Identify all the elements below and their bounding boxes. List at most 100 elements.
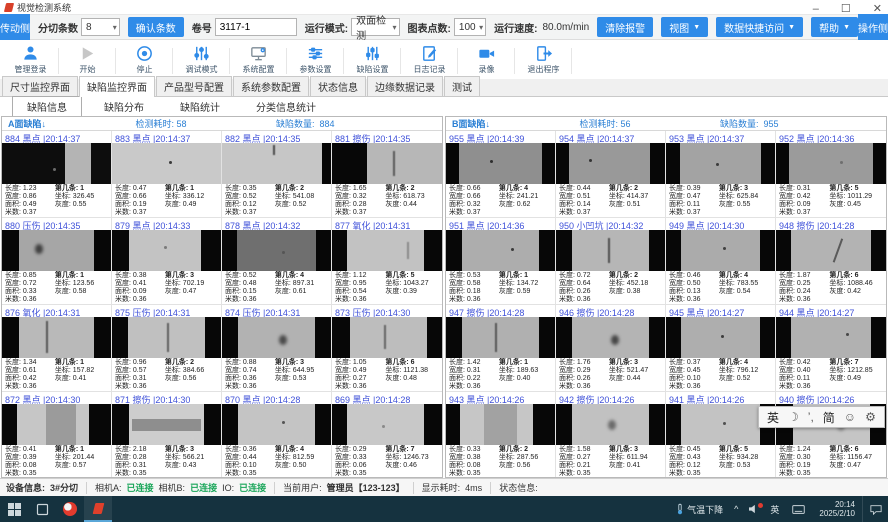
system-config-button[interactable]: 系统配置 bbox=[230, 42, 287, 78]
start-button[interactable]: 开始 bbox=[59, 42, 116, 78]
maximize-button[interactable]: ☐ bbox=[841, 4, 851, 15]
defect-cell[interactable]: 942 擦伤 |20:14:26长度: 1.58宽度: 0.27面积: 0.21… bbox=[556, 392, 666, 478]
defect-mark bbox=[382, 425, 385, 428]
debug-mode-button[interactable]: 调试模式 bbox=[173, 42, 230, 78]
touch-keyboard-button[interactable] bbox=[784, 496, 812, 522]
defect-cell[interactable]: 877 氧化 |20:14:31长度: 1.12宽度: 0.95面积: 0.54… bbox=[332, 218, 442, 305]
defect-cell[interactable]: 870 黑点 |20:14:28长度: 0.36宽度: 0.44面积: 0.10… bbox=[222, 392, 332, 478]
defect-cell[interactable]: 880 压伤 |20:14:35长度: 0.85宽度: 0.72面积: 0.33… bbox=[2, 218, 112, 305]
defect-cell[interactable]: 949 黑点 |20:14:30长度: 0.46宽度: 0.50面积: 0.13… bbox=[666, 218, 776, 305]
play-icon bbox=[78, 44, 97, 63]
defect-mark bbox=[495, 323, 497, 352]
tab-product-model-config[interactable]: 产品型号配置 bbox=[156, 76, 232, 96]
tab-test[interactable]: 测试 bbox=[444, 76, 480, 96]
defect-cell[interactable]: 881 擦伤 |20:14:35长度: 1.65宽度: 0.32面积: 0.28… bbox=[332, 131, 442, 218]
subtab-classification-statistics[interactable]: 分类信息统计 bbox=[242, 97, 330, 116]
parameter-settings-button[interactable]: 参数设置 bbox=[287, 42, 344, 78]
minimize-button[interactable]: – bbox=[813, 4, 819, 15]
tab-status-info[interactable]: 状态信息 bbox=[310, 76, 366, 96]
taskbar-app-inspection[interactable] bbox=[84, 496, 112, 522]
camera-a-status: 已连接 bbox=[127, 481, 154, 494]
defect-cell-title: 880 压伤 |20:14:35 bbox=[2, 218, 111, 230]
task-view-button[interactable] bbox=[28, 496, 56, 522]
defect-cell[interactable]: 875 压伤 |20:14:31长度: 0.96宽度: 0.57面积: 0.31… bbox=[112, 305, 222, 392]
view-menu-button[interactable]: 视图▼ bbox=[661, 17, 708, 37]
confirm-count-button[interactable]: 确认条数 bbox=[128, 17, 184, 37]
defect-cell[interactable]: 884 黑点 |20:14:37长度: 1.23宽度: 0.86面积: 0.49… bbox=[2, 131, 112, 218]
tray-expand-button[interactable]: ^ bbox=[729, 504, 743, 514]
defect-cell[interactable]: 940 擦伤 |20:14:26长度: 1.24宽度: 0.30面积: 0.19… bbox=[776, 392, 886, 478]
taskbar-clock[interactable]: 20:14 2025/2/10 bbox=[812, 500, 862, 518]
status-bar: 设备信息: 3#分切 相机A: 已连接 相机B: 已连接 IO: 已连接 当前用… bbox=[0, 478, 888, 496]
tab-system-param-config[interactable]: 系统参数配置 bbox=[233, 76, 309, 96]
defect-mark bbox=[65, 143, 91, 184]
defect-cell-title: 876 氧化 |20:14:31 bbox=[2, 305, 111, 317]
image-edge bbox=[112, 230, 129, 271]
split-count-select[interactable]: 8▾ bbox=[81, 18, 120, 36]
defect-mark bbox=[53, 168, 56, 171]
defect-cell[interactable]: 872 黑点 |20:14:30长度: 0.41宽度: 0.39面积: 0.08… bbox=[2, 392, 112, 478]
defect-mark bbox=[716, 163, 719, 166]
ime-simplified-toggle[interactable]: 简 bbox=[823, 409, 835, 426]
exit-program-button[interactable]: 退出程序 bbox=[515, 42, 572, 78]
defect-cell[interactable]: 950 小凹坑 |20:14:32长度: 0.72宽度: 0.64面积: 0.2… bbox=[556, 218, 666, 305]
image-edge bbox=[761, 143, 775, 184]
volume-button[interactable] bbox=[743, 504, 765, 514]
defect-cell[interactable]: 876 氧化 |20:14:31长度: 1.34宽度: 0.61面积: 0.42… bbox=[2, 305, 112, 392]
defect-cell[interactable]: 955 黑点 |20:14:39长度: 0.66宽度: 0.66面积: 0.32… bbox=[446, 131, 556, 218]
chart-points-select[interactable]: 100▾ bbox=[454, 18, 486, 36]
close-button[interactable]: ✕ bbox=[873, 4, 882, 15]
defect-cell[interactable]: 874 压伤 |20:14:31长度: 0.88宽度: 0.74面积: 0.36… bbox=[222, 305, 332, 392]
defect-cell-title: 878 黑点 |20:14:32 bbox=[222, 218, 331, 230]
clear-alarm-button[interactable]: 清除报警 bbox=[597, 17, 653, 37]
operator-side-button[interactable]: 操作侧 bbox=[858, 14, 888, 40]
tab-defect-monitor[interactable]: 缺陷监控界面 bbox=[79, 76, 155, 97]
defect-cell[interactable]: 952 黑点 |20:14:36长度: 0.31宽度: 0.42面积: 0.09… bbox=[776, 131, 886, 218]
moon-icon[interactable]: ☽ bbox=[788, 410, 799, 424]
defect-cell[interactable]: 878 黑点 |20:14:32长度: 0.52宽度: 0.48面积: 0.15… bbox=[222, 218, 332, 305]
defect-cell[interactable]: 953 黑点 |20:14:37长度: 0.39宽度: 0.47面积: 0.11… bbox=[666, 131, 776, 218]
defect-settings-button[interactable]: 缺陷设置 bbox=[344, 42, 401, 78]
drive-side-button[interactable]: 传动侧 bbox=[0, 14, 30, 40]
current-user-value: 管理员【123-123】 bbox=[327, 481, 405, 494]
taskbar-app-browser[interactable] bbox=[56, 496, 84, 522]
defect-cell[interactable]: 873 压伤 |20:14:30长度: 1.05宽度: 0.49面积: 0.27… bbox=[332, 305, 442, 392]
stop-button[interactable]: 停止 bbox=[116, 42, 173, 78]
defect-cell[interactable]: 879 黑点 |20:14:33长度: 0.38宽度: 0.41面积: 0.09… bbox=[112, 218, 222, 305]
roll-number-input[interactable] bbox=[215, 18, 297, 36]
log-record-button[interactable]: 日志记录 bbox=[401, 42, 458, 78]
subtab-defect-statistics[interactable]: 缺陷统计 bbox=[166, 97, 234, 116]
subtab-defect-distribution[interactable]: 缺陷分布 bbox=[90, 97, 158, 116]
defect-cell[interactable]: 883 黑点 |20:14:37长度: 0.47宽度: 0.66面积: 0.19… bbox=[112, 131, 222, 218]
action-center-button[interactable] bbox=[862, 496, 888, 522]
run-mode-select[interactable]: 双面检测▾ bbox=[351, 18, 399, 36]
defect-cell[interactable]: 882 黑点 |20:14:35长度: 0.35宽度: 0.52面积: 0.12… bbox=[222, 131, 332, 218]
emoji-icon[interactable]: ☺ bbox=[844, 410, 856, 424]
image-edge bbox=[424, 230, 442, 271]
defect-cell[interactable]: 871 擦伤 |20:14:30长度: 2.18宽度: 0.28面积: 0.31… bbox=[112, 392, 222, 478]
admin-login-button[interactable]: 管理登录 bbox=[2, 42, 59, 78]
defect-cell[interactable]: 954 黑点 |20:14:37长度: 0.44宽度: 0.51面积: 0.14… bbox=[556, 131, 666, 218]
start-button[interactable] bbox=[0, 496, 28, 522]
defect-cell[interactable]: 945 黑点 |20:14:27长度: 0.37宽度: 0.45面积: 0.10… bbox=[666, 305, 776, 392]
defect-cell[interactable]: 946 擦伤 |20:14:28长度: 1.76宽度: 0.29面积: 0.26… bbox=[556, 305, 666, 392]
defect-cell[interactable]: 947 擦伤 |20:14:28长度: 1.42宽度: 0.31面积: 0.22… bbox=[446, 305, 556, 392]
ime-lang-toggle[interactable]: 英 bbox=[767, 409, 779, 426]
defect-cell[interactable]: 951 黑点 |20:14:36长度: 0.53宽度: 0.58面积: 0.18… bbox=[446, 218, 556, 305]
defect-cell[interactable]: 948 擦伤 |20:14:28长度: 1.87宽度: 0.25面积: 0.24… bbox=[776, 218, 886, 305]
subtab-defect-info[interactable]: 缺陷信息 bbox=[12, 96, 82, 117]
defect-meta: 长度: 1.23宽度: 0.86面积: 0.49米数: 0.37第几条: 1坐标… bbox=[2, 184, 111, 217]
help-menu-button[interactable]: 帮助▼ bbox=[811, 17, 858, 37]
gear-icon[interactable]: ⚙ bbox=[865, 410, 876, 424]
taskbar-weather-widget[interactable]: 气温下降 bbox=[670, 503, 729, 516]
defect-cell[interactable]: 943 黑点 |20:14:26长度: 0.33宽度: 0.38面积: 0.08… bbox=[446, 392, 556, 478]
data-quick-access-menu-button[interactable]: 数据快捷访问▼ bbox=[716, 17, 803, 37]
ime-punct-toggle[interactable]: ’, bbox=[808, 410, 814, 424]
tab-size-monitor[interactable]: 尺寸监控界面 bbox=[2, 76, 78, 96]
tab-edge-data-record[interactable]: 边缘数据记录 bbox=[367, 76, 443, 96]
recording-button[interactable]: 录像 bbox=[458, 42, 515, 78]
defect-cell[interactable]: 941 黑点 |20:14:26长度: 0.45宽度: 0.43面积: 0.12… bbox=[666, 392, 776, 478]
ime-language-indicator[interactable]: 英 bbox=[765, 503, 784, 516]
defect-cell[interactable]: 869 黑点 |20:14:28长度: 0.29宽度: 0.33面积: 0.06… bbox=[332, 392, 442, 478]
defect-cell[interactable]: 944 黑点 |20:14:27长度: 0.42宽度: 0.40面积: 0.11… bbox=[776, 305, 886, 392]
